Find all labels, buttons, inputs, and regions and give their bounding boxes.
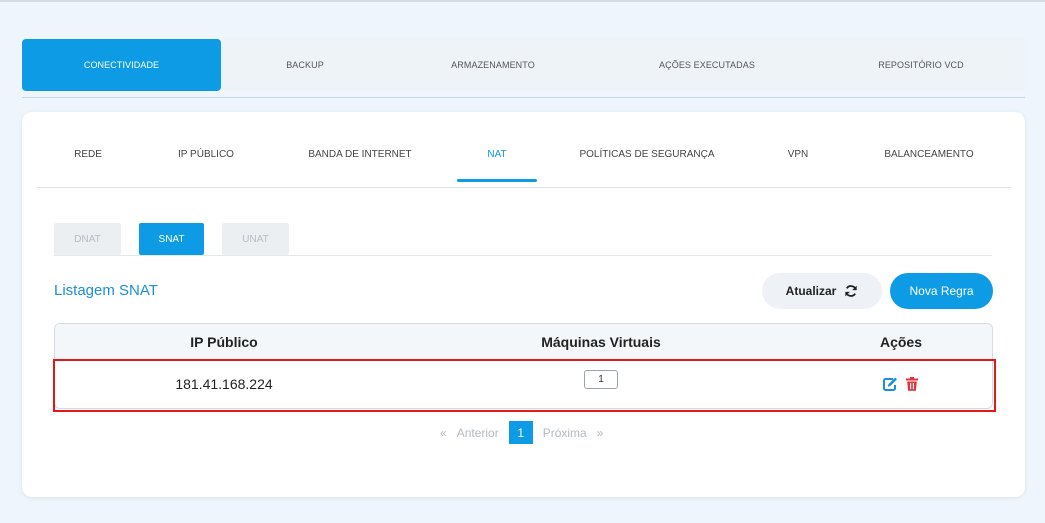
- header-ip-publico: IP Público: [190, 334, 258, 350]
- refresh-label: Atualizar: [785, 284, 837, 298]
- table-header: IP Público Máquinas Virtuais Ações: [55, 324, 992, 360]
- header-maquinas-virtuais: Máquinas Virtuais: [541, 334, 661, 350]
- subtab-vpn[interactable]: VPN: [773, 142, 823, 166]
- subtab-ip-publico[interactable]: IP PÚBLICO: [165, 142, 247, 166]
- subtab-politicas-de-seguranca[interactable]: POLÍTICAS DE SEGURANÇA: [577, 142, 717, 166]
- pagination-current-page[interactable]: 1: [508, 421, 533, 444]
- nat-type-divider: [54, 255, 992, 256]
- active-subtab-indicator: [457, 179, 537, 182]
- tab-acoes-executadas[interactable]: AÇÕES EXECUTADAS: [597, 39, 817, 91]
- top-border: [0, 0, 1045, 2]
- pagination: « Anterior 1 Próxima »: [435, 421, 608, 444]
- cell-actions: [809, 360, 992, 408]
- tab-armazenamento[interactable]: ARMAZENAMENTO: [389, 39, 597, 91]
- subtab-nat[interactable]: NAT: [467, 142, 527, 166]
- refresh-button[interactable]: Atualizar: [762, 273, 882, 309]
- snat-table: IP Público Máquinas Virtuais Ações 181.4…: [54, 323, 993, 409]
- trash-icon[interactable]: [904, 376, 920, 392]
- pagination-last[interactable]: »: [592, 421, 609, 444]
- tab-repositorio-vcd[interactable]: REPOSITÓRIO VCD: [817, 39, 1025, 91]
- tab-conectividade[interactable]: CONECTIVIDADE: [22, 39, 221, 91]
- new-rule-button[interactable]: Nova Regra: [890, 273, 993, 309]
- refresh-icon: [844, 284, 858, 298]
- vm-count-badge[interactable]: 1: [584, 369, 618, 389]
- dnat-button[interactable]: DNAT: [54, 223, 121, 255]
- subtab-balanceamento[interactable]: BALANCEAMENTO: [874, 142, 984, 166]
- tab-backup[interactable]: BACKUP: [221, 39, 389, 91]
- cell-vms: 1: [393, 360, 809, 408]
- pagination-first[interactable]: «: [435, 421, 452, 444]
- pagination-next[interactable]: Próxima: [538, 421, 592, 444]
- snat-button[interactable]: SNAT: [139, 223, 204, 255]
- list-title: Listagem SNAT: [54, 282, 158, 299]
- edit-icon[interactable]: [882, 376, 898, 392]
- subtab-banda-de-internet[interactable]: BANDA DE INTERNET: [300, 142, 420, 166]
- pagination-prev[interactable]: Anterior: [452, 421, 504, 444]
- subtab-rede[interactable]: REDE: [58, 142, 118, 166]
- subtabs-divider: [37, 187, 1011, 188]
- content-card: REDE IP PÚBLICO BANDA DE INTERNET NAT PO…: [22, 112, 1025, 497]
- unat-button[interactable]: UNAT: [222, 223, 289, 255]
- main-tabs: CONECTIVIDADE BACKUP ARMAZENAMENTO AÇÕES…: [22, 39, 1025, 91]
- header-acoes: Ações: [879, 334, 923, 350]
- table-row: 181.41.168.224 1: [55, 360, 992, 408]
- cell-ip: 181.41.168.224: [175, 376, 273, 392]
- main-tabs-divider: [22, 97, 1025, 98]
